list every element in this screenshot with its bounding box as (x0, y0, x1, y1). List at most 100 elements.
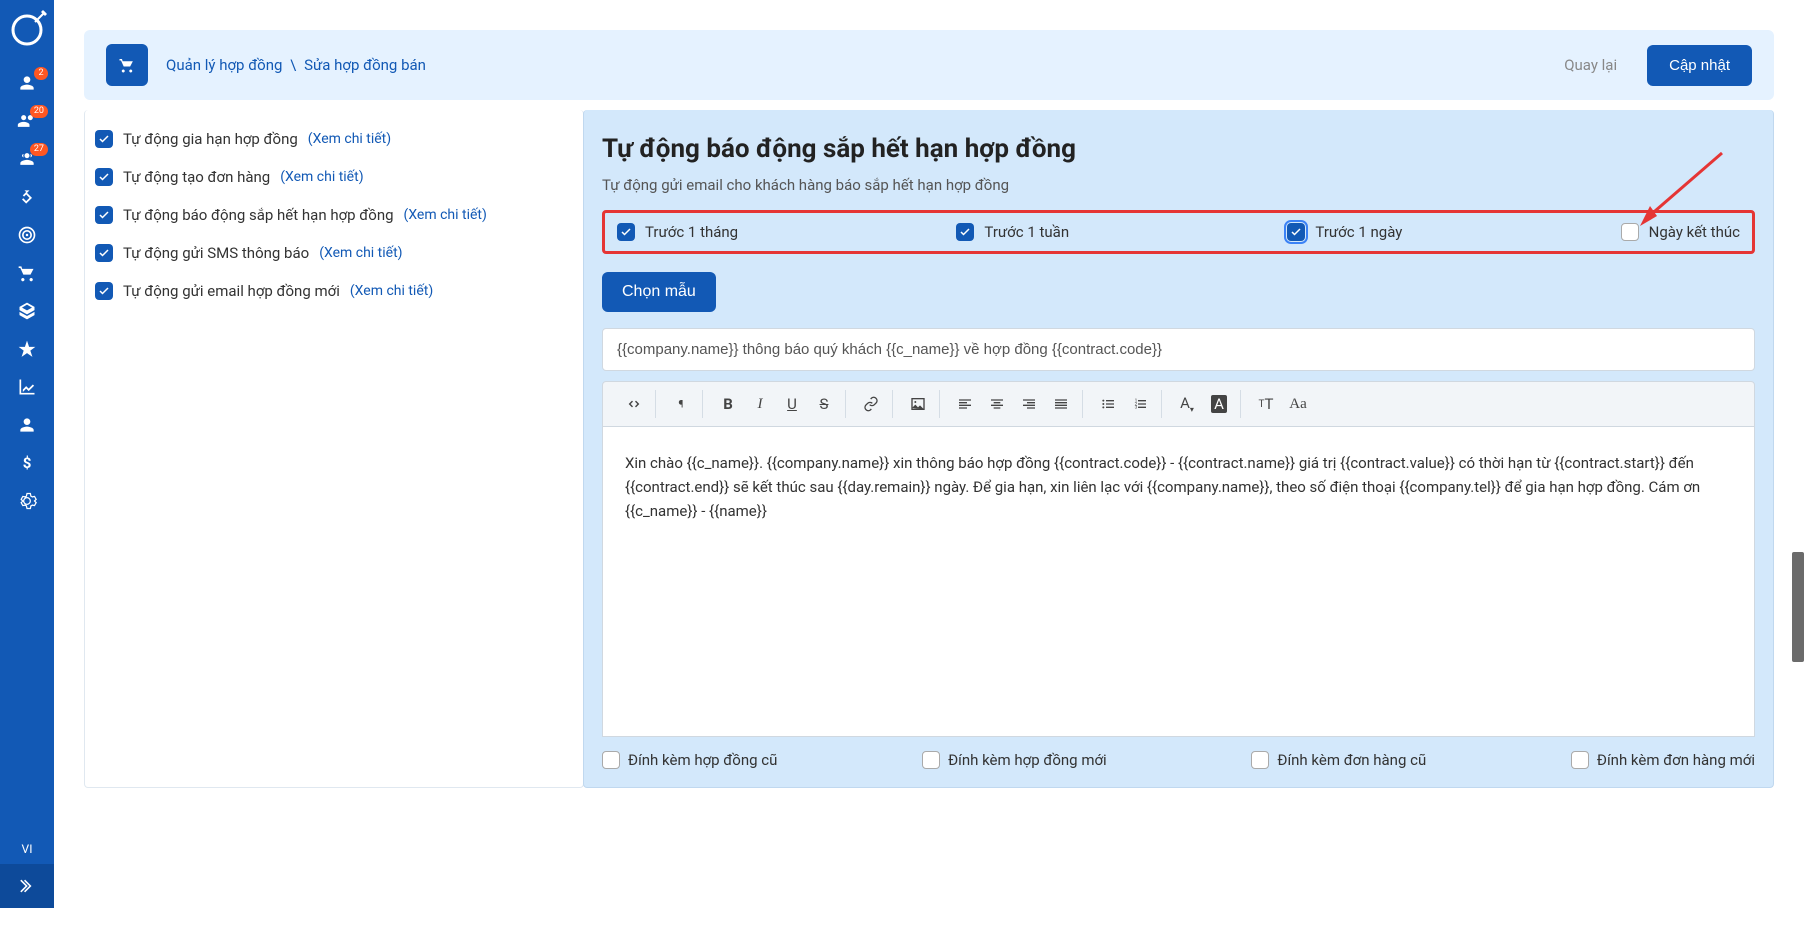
svg-text:3: 3 (1135, 405, 1138, 411)
attachment-options: Đính kèm hợp đồng cũ Đính kèm hợp đồng m… (602, 737, 1755, 769)
option-label: Tự động tạo đơn hàng (123, 168, 270, 186)
attach-label: Đính kèm hợp đồng mới (948, 751, 1107, 769)
detail-link[interactable]: (Xem chi tiết) (350, 283, 433, 299)
timing-end: Ngày kết thúc (1621, 223, 1740, 241)
scrollbar-thumb[interactable] (1792, 552, 1804, 662)
sidebar-item-group[interactable]: 27 (0, 140, 54, 178)
timing-label: Ngày kết thúc (1649, 223, 1740, 241)
font-family-icon[interactable]: Aa (1283, 390, 1313, 418)
align-right-icon[interactable] (1014, 390, 1044, 418)
checkbox-end-date[interactable] (1621, 223, 1639, 241)
checkbox-attach-new-order[interactable] (1571, 751, 1589, 769)
option-label: Tự động gửi SMS thông báo (123, 244, 309, 262)
sidebar-item-target[interactable] (0, 216, 54, 254)
attach-old-contract: Đính kèm hợp đồng cũ (602, 751, 777, 769)
list-ol-icon[interactable]: 123 (1125, 390, 1155, 418)
header-cart-button[interactable] (106, 44, 148, 86)
checkbox-attach-old-contract[interactable] (602, 751, 620, 769)
attach-label: Đính kèm hợp đồng cũ (628, 751, 777, 769)
sidebar-item-cart[interactable] (0, 254, 54, 292)
underline-icon[interactable]: U (777, 390, 807, 418)
checkbox-before-1-month[interactable] (617, 223, 635, 241)
bold-icon[interactable]: B (713, 390, 743, 418)
attach-label: Đính kèm đơn hàng mới (1597, 751, 1755, 769)
option-label: Tự động báo động sắp hết hạn hợp đồng (123, 206, 394, 224)
strikethrough-icon[interactable]: S (809, 390, 839, 418)
attach-label: Đính kèm đơn hàng cũ (1277, 751, 1426, 769)
sidebar-item-person[interactable] (0, 406, 54, 444)
detail-link[interactable]: (Xem chi tiết) (404, 207, 487, 223)
sidebar: 2 20 27 $ VI (0, 0, 54, 908)
back-button[interactable]: Quay lại (1552, 48, 1629, 82)
highlight-color-icon[interactable]: A (1204, 390, 1234, 418)
editor-toolbar: ¶ B I U S (602, 381, 1755, 427)
list-ul-icon[interactable] (1093, 390, 1123, 418)
attach-old-order: Đính kèm đơn hàng cũ (1251, 751, 1426, 769)
svg-text:¶: ¶ (679, 399, 684, 410)
checkbox-auto-alert-expiry[interactable] (95, 206, 113, 224)
timing-day: Trước 1 ngày (1287, 223, 1402, 241)
sidebar-item-boxes[interactable] (0, 292, 54, 330)
font-size-icon[interactable]: TT (1251, 390, 1281, 418)
sidebar-item-user[interactable]: 2 (0, 64, 54, 102)
paragraph-icon[interactable]: ¶ (666, 390, 696, 418)
timing-label: Trước 1 tuần (984, 223, 1069, 241)
language-selector[interactable]: VI (0, 842, 54, 856)
option-auto-create-order: Tự động tạo đơn hàng (Xem chi tiết) (89, 158, 563, 196)
checkbox-auto-create-order[interactable] (95, 168, 113, 186)
checkbox-attach-new-contract[interactable] (922, 751, 940, 769)
timing-week: Trước 1 tuần (956, 223, 1069, 241)
header-bar: Quản lý hợp đồng \ Sửa hợp đồng bán Quay… (84, 30, 1774, 100)
detail-link[interactable]: (Xem chi tiết) (308, 131, 391, 147)
panel-title: Tự động báo động sắp hết hạn hợp đồng (602, 134, 1755, 164)
badge-users: 2 (34, 67, 48, 80)
timing-month: Trước 1 tháng (617, 223, 738, 241)
font-color-icon[interactable]: A▾ (1172, 390, 1202, 418)
option-auto-alert-expiry: Tự động báo động sắp hết hạn hợp đồng (X… (89, 196, 563, 234)
right-detail-panel: Tự động báo động sắp hết hạn hợp đồng Tự… (583, 110, 1774, 788)
svg-text:$: $ (23, 454, 32, 472)
email-subject-input[interactable] (602, 328, 1755, 371)
attach-new-order: Đính kèm đơn hàng mới (1571, 751, 1755, 769)
sidebar-item-handshake[interactable] (0, 178, 54, 216)
align-justify-icon[interactable] (1046, 390, 1076, 418)
align-left-icon[interactable] (950, 390, 980, 418)
checkbox-attach-old-order[interactable] (1251, 751, 1269, 769)
breadcrumb-item-1[interactable]: Quản lý hợp đồng (166, 56, 282, 74)
sidebar-item-settings[interactable] (0, 482, 54, 520)
left-options-panel: Tự động gia hạn hợp đồng (Xem chi tiết) … (84, 110, 584, 788)
checkbox-before-1-week[interactable] (956, 223, 974, 241)
italic-icon[interactable]: I (745, 390, 775, 418)
timing-options-row: Trước 1 tháng Trước 1 tuần Trước 1 ngày … (602, 210, 1755, 254)
email-body-editor[interactable]: Xin chào {{c_name}}. {{company.name}} xi… (602, 427, 1755, 737)
detail-link[interactable]: (Xem chi tiết) (280, 169, 363, 185)
link-icon[interactable] (856, 390, 886, 418)
checkbox-before-1-day[interactable] (1287, 223, 1305, 241)
align-center-icon[interactable] (982, 390, 1012, 418)
app-logo[interactable] (5, 8, 49, 52)
option-auto-sms: Tự động gửi SMS thông báo (Xem chi tiết) (89, 234, 563, 272)
detail-link[interactable]: (Xem chi tiết) (319, 245, 402, 261)
image-icon[interactable] (903, 390, 933, 418)
badge-group: 27 (30, 143, 48, 156)
breadcrumb-separator: \ (290, 56, 296, 74)
sidebar-item-team[interactable]: 20 (0, 102, 54, 140)
checkbox-auto-sms[interactable] (95, 244, 113, 262)
code-view-icon[interactable] (619, 390, 649, 418)
breadcrumb: Quản lý hợp đồng \ Sửa hợp đồng bán (166, 56, 426, 74)
option-label: Tự động gửi email hợp đồng mới (123, 282, 340, 300)
sidebar-expand-toggle[interactable] (0, 864, 54, 908)
breadcrumb-item-2: Sửa hợp đồng bán (304, 56, 426, 74)
checkbox-auto-email-new[interactable] (95, 282, 113, 300)
panel-subtitle: Tự động gửi email cho khách hàng báo sắp… (602, 176, 1755, 194)
checkbox-auto-renew[interactable] (95, 130, 113, 148)
choose-template-button[interactable]: Chọn mẫu (602, 272, 716, 312)
option-label: Tự động gia hạn hợp đồng (123, 130, 298, 148)
update-button[interactable]: Cập nhật (1647, 45, 1752, 86)
sidebar-item-dollar[interactable]: $ (0, 444, 54, 482)
option-auto-email-new: Tự động gửi email hợp đồng mới (Xem chi … (89, 272, 563, 310)
sidebar-item-star[interactable] (0, 330, 54, 368)
option-auto-renew: Tự động gia hạn hợp đồng (Xem chi tiết) (89, 120, 563, 158)
timing-label: Trước 1 tháng (645, 223, 738, 241)
sidebar-item-chart[interactable] (0, 368, 54, 406)
